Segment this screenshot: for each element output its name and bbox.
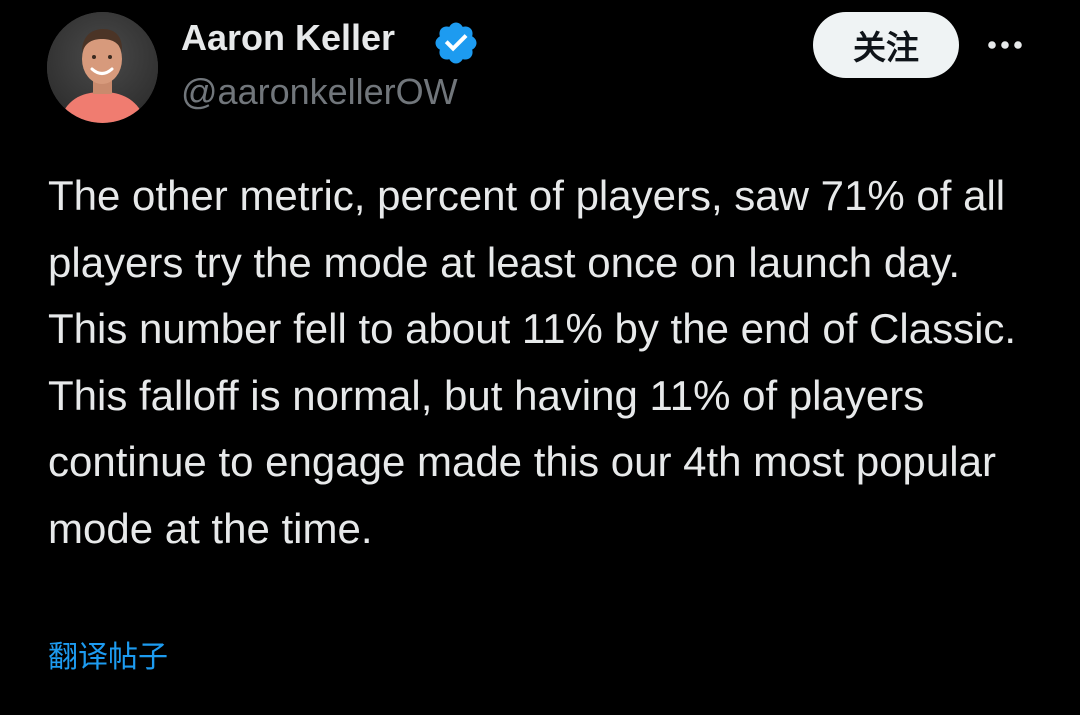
author-avatar[interactable] bbox=[47, 12, 158, 123]
post-text: The other metric, percent of players, sa… bbox=[48, 172, 1017, 552]
author-name[interactable]: Aaron Keller bbox=[181, 16, 395, 60]
more-options-icon[interactable] bbox=[983, 30, 1027, 60]
post-container: Aaron Keller @aaronkellerOW 关注 The other… bbox=[0, 0, 1080, 715]
verified-badge-icon bbox=[435, 22, 477, 64]
follow-button[interactable]: 关注 bbox=[813, 12, 959, 78]
avatar-image bbox=[47, 12, 158, 123]
author-handle[interactable]: @aaronkellerOW bbox=[181, 70, 458, 114]
translate-post-link[interactable]: 翻译帖子 bbox=[48, 638, 168, 678]
